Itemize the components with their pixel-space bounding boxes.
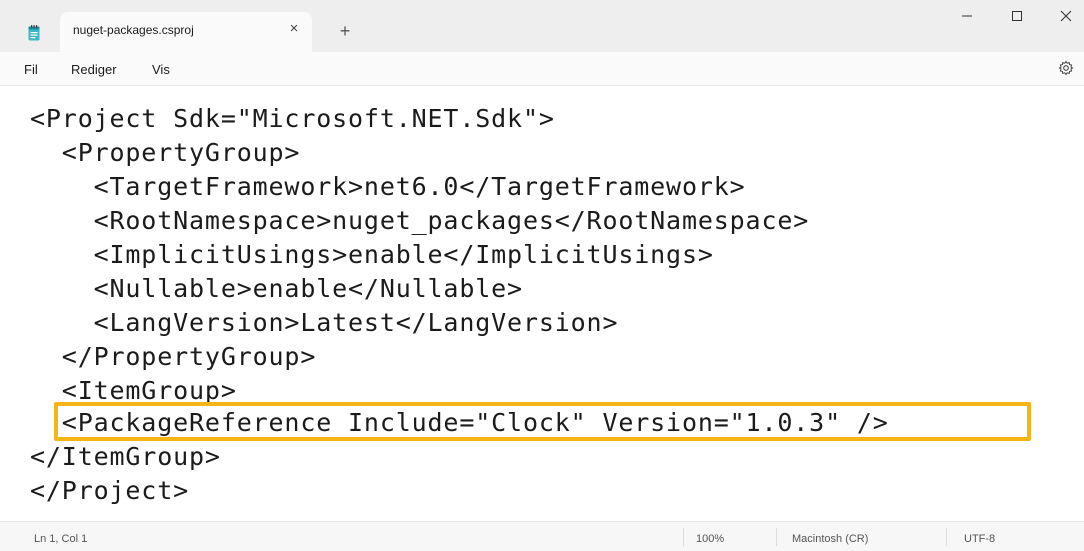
maximize-button[interactable] bbox=[1006, 7, 1028, 29]
menu-view[interactable]: Vis bbox=[152, 62, 170, 77]
code-line: <LangVersion>Latest</LangVersion> bbox=[30, 308, 619, 337]
highlight-box bbox=[54, 402, 1031, 441]
code-line: <Nullable>enable</Nullable> bbox=[30, 274, 523, 303]
menu-bar: Fil Rediger Vis bbox=[0, 52, 1084, 86]
tab-document[interactable]: nuget-packages.csproj × bbox=[60, 12, 312, 52]
line-ending: Macintosh (CR) bbox=[792, 533, 869, 545]
text-editor[interactable]: <Project Sdk="Microsoft.NET.Sdk"> <Prope… bbox=[0, 87, 1084, 521]
status-divider bbox=[776, 528, 777, 546]
zoom-level: 100% bbox=[696, 533, 725, 545]
cursor-position: Ln 1, Col 1 bbox=[34, 533, 88, 545]
title-bar: nuget-packages.csproj × + bbox=[0, 0, 1084, 52]
maximize-icon bbox=[1012, 11, 1022, 21]
code-line: </Project> bbox=[30, 476, 190, 505]
code-line: <Project Sdk="Microsoft.NET.Sdk"> bbox=[30, 104, 555, 133]
code-line: <ImplicitUsings>enable</ImplicitUsings> bbox=[30, 240, 714, 269]
encoding: UTF-8 bbox=[964, 533, 996, 545]
code-line: <PropertyGroup> bbox=[30, 138, 301, 167]
menu-file[interactable]: Fil bbox=[24, 62, 38, 77]
status-divider bbox=[946, 528, 947, 546]
tab-title: nuget-packages.csproj bbox=[73, 23, 194, 37]
close-icon bbox=[1060, 10, 1072, 22]
code-line: </ItemGroup> bbox=[30, 442, 221, 471]
close-tab-button[interactable]: × bbox=[286, 21, 302, 37]
notepad-icon bbox=[28, 25, 40, 41]
status-bar: Ln 1, Col 1 100% Macintosh (CR) UTF-8 bbox=[0, 521, 1084, 551]
close-window-button[interactable] bbox=[1055, 7, 1077, 29]
status-divider bbox=[683, 528, 684, 546]
menu-edit[interactable]: Rediger bbox=[71, 62, 117, 77]
code-line: <RootNamespace>nuget_packages</RootNames… bbox=[30, 206, 810, 235]
code-line: </PropertyGroup> bbox=[30, 342, 317, 371]
new-tab-button[interactable]: + bbox=[336, 22, 354, 40]
minimize-icon bbox=[962, 15, 972, 17]
minimize-button[interactable] bbox=[956, 7, 978, 29]
code-line: <TargetFramework>net6.0</TargetFramework… bbox=[30, 172, 746, 201]
gear-icon[interactable] bbox=[1058, 60, 1074, 76]
